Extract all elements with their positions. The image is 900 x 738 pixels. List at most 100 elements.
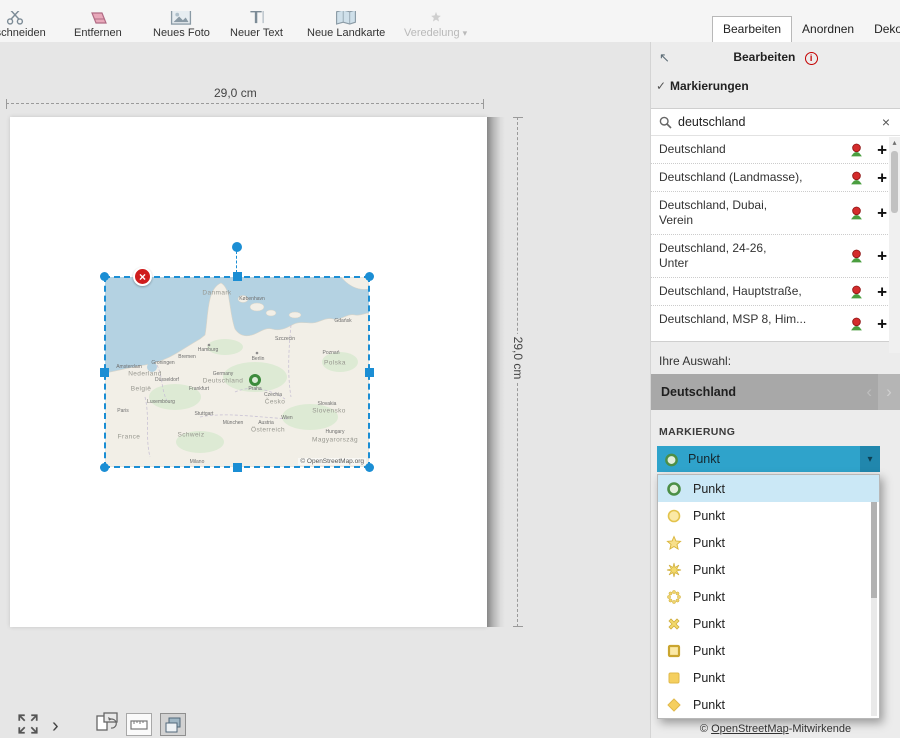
eraser-icon — [87, 11, 109, 25]
search-results: Deutschland+Deutschland (Landmasse),+Deu… — [651, 136, 900, 342]
remove-element-button[interactable]: × — [133, 267, 152, 286]
add-marker-button[interactable]: + — [877, 170, 887, 185]
horizontal-ruler — [6, 103, 484, 104]
marker-style-dropdown[interactable]: Punkt ▾ — [657, 446, 880, 472]
add-marker-button[interactable]: + — [877, 206, 887, 221]
square-yellow-icon — [666, 670, 682, 686]
tab-dekorier[interactable]: Dekorier — [864, 17, 900, 42]
toolbar-item-veredelung[interactable]: Veredelung▾ — [404, 11, 467, 39]
map-place-label: Praha — [248, 386, 261, 392]
map-element[interactable]: DanmarkKøbenhavnGdańskSzczecinGroningenA… — [105, 277, 369, 467]
burst-yellow-icon — [666, 562, 682, 578]
chevron-down-icon: ▾ — [463, 28, 468, 39]
vertical-ruler-label: 29,0 cm — [510, 334, 526, 382]
marker-option-dot-yellow[interactable]: Punkt — [658, 502, 879, 529]
prev-selection-icon[interactable]: ‹ — [866, 382, 872, 402]
cross-yellow-icon — [666, 616, 682, 632]
map-place-label: Danmark — [202, 290, 231, 297]
marker-option-star-yellow[interactable]: Punkt — [658, 529, 879, 556]
marker-option-dotted-circle-yellow[interactable]: Punkt — [658, 583, 879, 610]
map-pin-icon — [849, 316, 864, 331]
toolbar-item-usschneiden[interactable]: usschneiden — [0, 11, 46, 39]
toolbar-item-neues-foto[interactable]: Neues Foto — [153, 11, 210, 39]
result-line: Deutschland — [659, 142, 844, 157]
scrollbar-thumb[interactable] — [891, 151, 898, 213]
tab-bearbeiten[interactable]: Bearbeiten — [712, 16, 792, 42]
search-input[interactable] — [678, 115, 880, 129]
fullscreen-button[interactable] — [16, 712, 40, 736]
resize-handle-bottom[interactable] — [233, 463, 242, 472]
marker-option-square-outline-yellow[interactable]: Punkt — [658, 637, 879, 664]
next-page-button[interactable]: › — [52, 716, 59, 736]
marker-option-label: Punkt — [693, 509, 725, 523]
toolbar-item-label: Neue Landkarte — [307, 27, 385, 39]
info-icon[interactable]: i — [805, 52, 818, 65]
result-text: Deutschland, MSP 8, Him... — [659, 312, 844, 327]
map-labels: DanmarkKøbenhavnGdańskSzczecinGroningenA… — [105, 277, 369, 467]
resize-handle-top[interactable] — [233, 272, 242, 281]
toolbar-item-label: Veredelung▾ — [404, 27, 467, 39]
resize-handle-bottom-right[interactable] — [365, 463, 374, 472]
scroll-up-icon[interactable]: ▴ — [889, 137, 900, 149]
result-text: Deutschland (Landmasse), — [659, 170, 844, 185]
resize-handle-right[interactable] — [365, 368, 374, 377]
dot-yellow-icon — [666, 508, 682, 524]
tab-anordnen[interactable]: Anordnen — [792, 17, 864, 42]
resize-handle-top-right[interactable] — [365, 272, 374, 281]
map-place-label: Slovensko — [312, 408, 346, 415]
search-result-row[interactable]: Deutschland, Hauptstraße,+ — [651, 278, 900, 306]
add-marker-button[interactable]: + — [877, 142, 887, 157]
resize-handle-left[interactable] — [100, 368, 109, 377]
toolbar-item-neuer-text[interactable]: Neuer Text — [230, 11, 283, 39]
add-marker-button[interactable]: + — [877, 316, 887, 331]
attribution-suffix: -Mitwirkende — [789, 723, 851, 735]
map-icon — [335, 11, 357, 25]
collapse-panel-icon[interactable]: ↖ — [659, 50, 670, 66]
search-result-row[interactable]: Deutschland + — [651, 136, 900, 164]
orientation-button[interactable] — [95, 711, 119, 735]
map-place-label: Österreich — [251, 427, 285, 434]
search-result-row[interactable]: Deutschland, 24-26,Unter + — [651, 235, 900, 278]
result-line: Deutschland, MSP 8, Him... — [659, 312, 844, 327]
search-result-row[interactable]: Deutschland (Landmasse), + — [651, 164, 900, 192]
search-box: × — [651, 108, 900, 136]
layers-toggle-button[interactable] — [160, 713, 186, 736]
add-marker-button[interactable]: + — [877, 284, 887, 299]
horizontal-ruler-label: 29,0 cm — [206, 86, 265, 100]
marker-option-burst-yellow[interactable]: Punkt — [658, 556, 879, 583]
marker-option-diamond-yellow[interactable]: Punkt — [658, 691, 879, 718]
marker-option-dot-green-ring[interactable]: Punkt — [658, 475, 879, 502]
resize-handle-top-left[interactable] — [100, 272, 109, 281]
search-result-row[interactable]: Deutschland, MSP 8, Him... + — [651, 306, 900, 341]
toolbar-item-entfernen[interactable]: Entfernen — [74, 11, 122, 39]
map-marker-punkt[interactable] — [249, 374, 261, 386]
text-icon — [248, 11, 266, 25]
dotted-circle-yellow-icon — [666, 589, 682, 605]
expand-arrows-icon — [16, 712, 40, 736]
ruler-toggle-button[interactable] — [126, 713, 152, 736]
toolbar-item-label: Entfernen — [74, 27, 122, 39]
resize-handle-bottom-left[interactable] — [100, 463, 109, 472]
marker-option-square-yellow[interactable]: Punkt — [658, 664, 879, 691]
toolbar-item-neue-landkarte[interactable]: Neue Landkarte — [307, 11, 385, 39]
marker-option-label: Punkt — [693, 590, 725, 604]
check-icon: ✓ — [656, 72, 666, 100]
next-selection-icon[interactable]: › — [878, 374, 900, 410]
marker-option-cross-yellow[interactable]: Punkt — [658, 610, 879, 637]
results-scrollbar[interactable]: ▴ — [889, 137, 900, 353]
map-place-label: Hamburg — [198, 347, 219, 353]
map-place-label: Hungary — [326, 429, 345, 435]
clear-search-icon[interactable]: × — [880, 114, 892, 130]
toolbar-item-label: usschneiden — [0, 27, 46, 39]
diamond-yellow-icon — [666, 697, 682, 713]
rotation-handle[interactable] — [232, 242, 242, 252]
add-marker-button[interactable]: + — [877, 249, 887, 264]
map-pin-icon — [849, 249, 864, 264]
map-place-label: Amsterdam — [116, 364, 142, 370]
rotate-page-icon — [95, 711, 119, 732]
osm-link[interactable]: OpenStreetMap — [711, 723, 789, 735]
result-text: Deutschland, 24-26,Unter — [659, 241, 844, 271]
map-attribution: © OpenStreetMap.org — [298, 458, 366, 465]
search-result-row[interactable]: Deutschland, Dubai,Verein+ — [651, 192, 900, 235]
marker-option-label: Punkt — [693, 617, 725, 631]
